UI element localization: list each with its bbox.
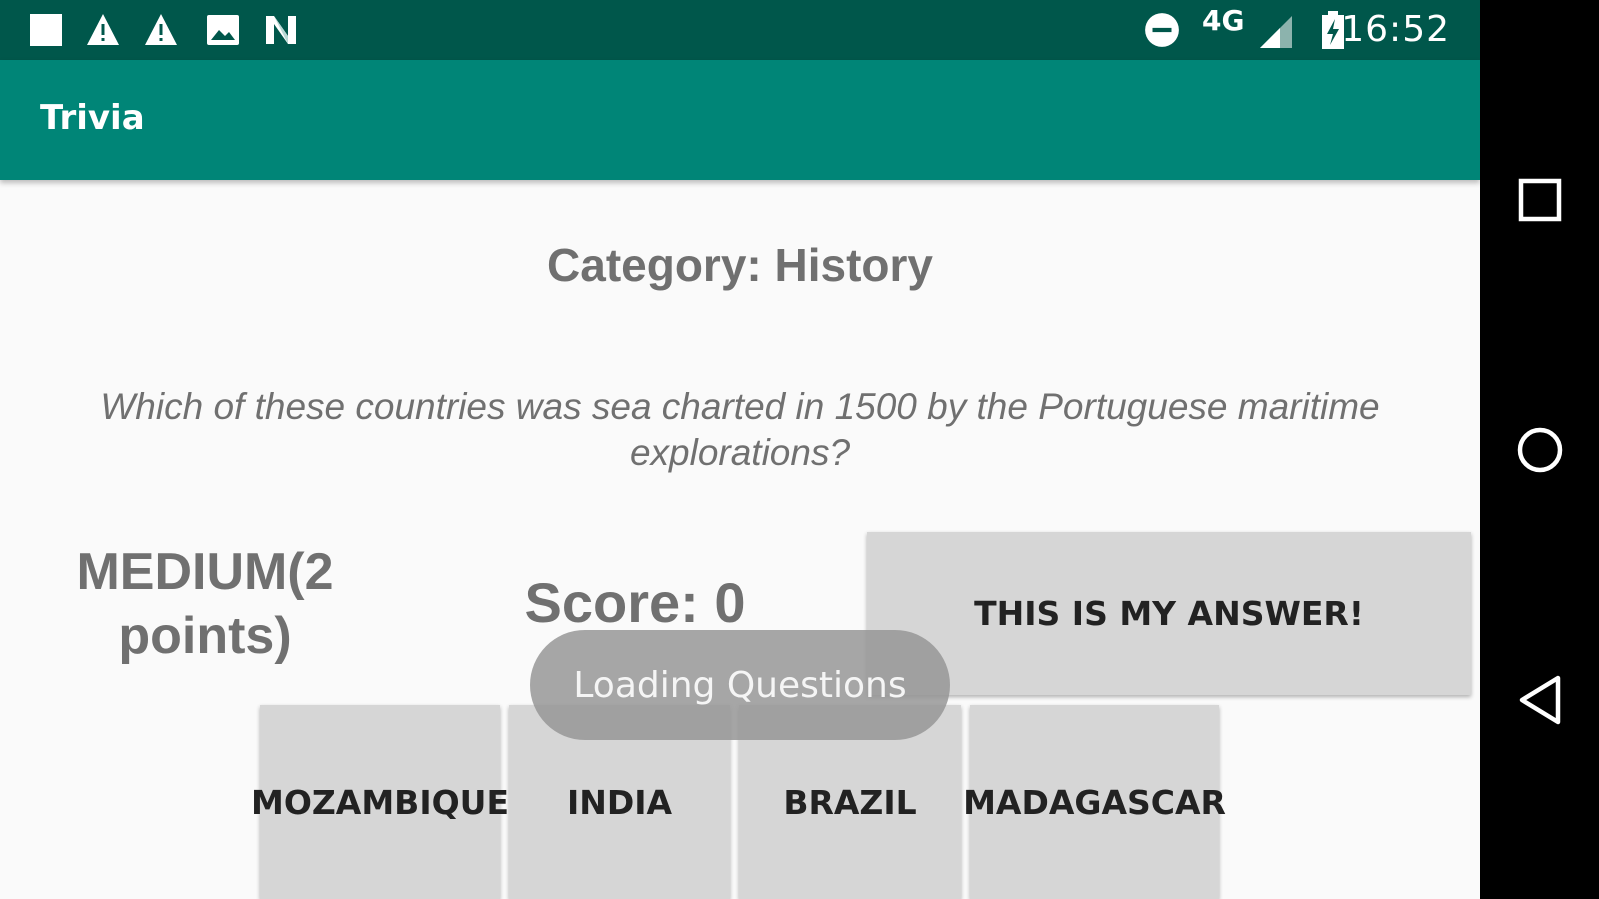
n-logo-icon <box>266 16 296 44</box>
score-label: Score: 0 <box>524 571 746 634</box>
image-icon <box>207 15 239 45</box>
app-bar: Trivia <box>0 60 1480 180</box>
home-button[interactable] <box>1500 410 1580 490</box>
answer-option-madagascar[interactable]: MADAGASCAR <box>963 705 1226 899</box>
difficulty-label: MEDIUM(2 points) <box>76 543 334 665</box>
square-notification-icon <box>30 14 62 46</box>
loading-toast: Loading Questions <box>530 630 950 740</box>
signal-icon <box>1260 16 1292 48</box>
navigation-bar <box>1480 0 1599 899</box>
warning-icon <box>87 14 119 45</box>
warning-icon <box>145 14 177 45</box>
status-bar: 4G 16:52 <box>0 0 1480 60</box>
category-title: Category: History <box>547 239 933 291</box>
question-text: Which of these countries was sea charted… <box>100 386 1380 473</box>
back-button[interactable] <box>1500 660 1580 740</box>
recents-button[interactable] <box>1500 160 1580 240</box>
network-type: 4G <box>1202 4 1245 37</box>
clock: 16:52 <box>1341 9 1450 50</box>
submit-answer-button[interactable]: THIS IS MY ANSWER! <box>867 532 1471 695</box>
do-not-disturb-icon <box>1145 13 1179 47</box>
app-title: Trivia <box>40 98 145 138</box>
answer-option-mozambique[interactable]: MOZAMBIQUE <box>251 705 509 899</box>
